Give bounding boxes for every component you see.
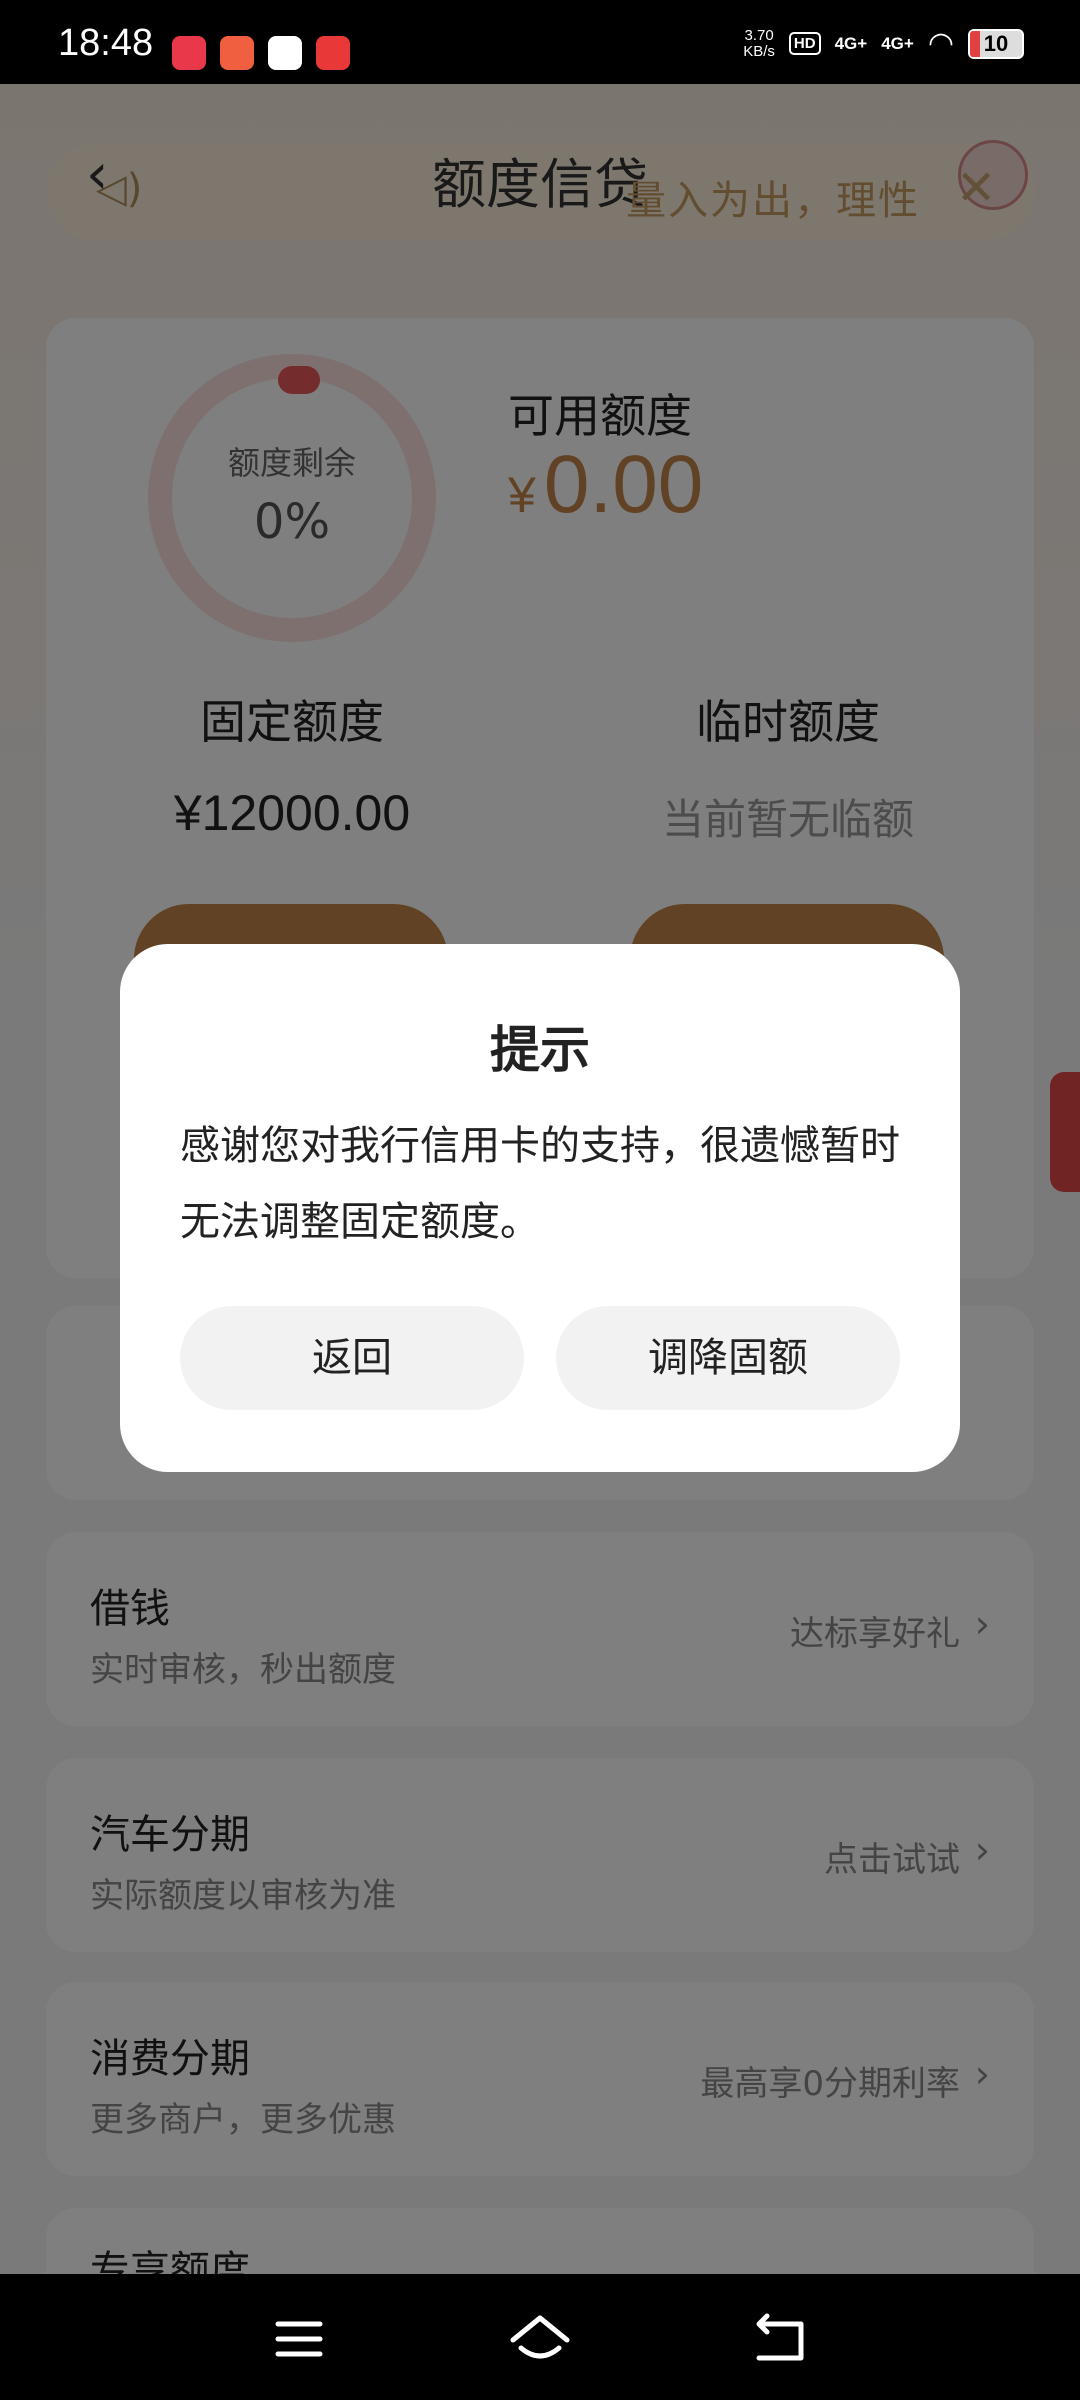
battery-icon: 10 (968, 28, 1024, 59)
notification-icons (172, 36, 350, 70)
home-icon[interactable] (505, 2304, 575, 2374)
app-notification-icon (316, 36, 350, 70)
back-nav-icon[interactable] (745, 2304, 815, 2374)
menu-icon[interactable] (264, 2304, 334, 2374)
signal-icon: 4G+ (881, 33, 914, 53)
network-speed: 3.70 KB/s (743, 26, 775, 60)
app-notification-icon (172, 36, 206, 70)
app-notification-icon (268, 36, 302, 70)
status-bar: 18:48 3.70 KB/s HD 4G+ 4G+ ◠ 10 (0, 0, 1080, 84)
status-time: 18:48 (58, 22, 154, 64)
hd-voice-icon: HD (788, 32, 821, 55)
signal-icon: 4G+ (834, 33, 868, 53)
wifi-icon: ◠ (927, 27, 954, 60)
dialog-message: 感谢您对我行信用卡的支持，很遗憾暂时无法调整固定额度。 (180, 1123, 900, 1245)
lower-fixed-quota-button[interactable]: 调降固额 (556, 1306, 900, 1410)
alert-dialog: 提示 感谢您对我行信用卡的支持，很遗憾暂时无法调整固定额度。 返回 调降固额 (120, 944, 960, 1472)
back-button[interactable]: 返回 (180, 1306, 524, 1410)
dialog-title: 提示 (490, 1021, 590, 1079)
status-indicators: 3.70 KB/s HD 4G+ 4G+ ◠ 10 (743, 26, 1024, 61)
system-nav-bar (0, 2274, 1080, 2400)
app-notification-icon (220, 36, 254, 70)
